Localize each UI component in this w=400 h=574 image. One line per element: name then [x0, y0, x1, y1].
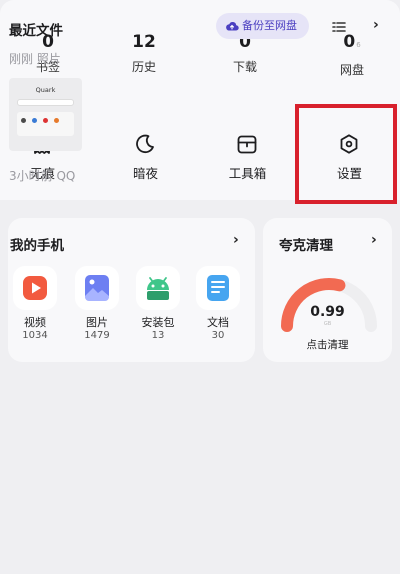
- toolbox-tile[interactable]: 工具箱: [206, 112, 289, 200]
- cleaner-unit: GB: [323, 321, 332, 327]
- downloads-label: 下载: [232, 60, 257, 74]
- my-phone-title: 我的手机: [10, 238, 64, 254]
- cleaner-value: 0.99: [310, 304, 345, 320]
- night-mode-label: 暗夜: [132, 166, 158, 181]
- documents-label: 文档: [207, 316, 229, 329]
- cloud-drive-stat[interactable]: 06 网盘: [312, 32, 392, 77]
- cleaner-title: 夸克清理: [279, 238, 333, 254]
- backup-to-cloud-button[interactable]: 备份至网盘: [216, 13, 309, 39]
- recent-group-2-source: QQ: [56, 169, 76, 183]
- images-label: 图片: [86, 316, 108, 329]
- cloud-drive-count-value: 0: [343, 32, 356, 52]
- images-count: 1479: [84, 330, 110, 341]
- documents-item[interactable]: 文档 30: [193, 266, 243, 342]
- toolbox-label: 工具箱: [228, 166, 267, 181]
- apk-label: 安装包: [141, 316, 175, 329]
- history-stat[interactable]: 12 历史: [104, 32, 184, 74]
- quark-cleaner-card[interactable]: 夸克清理 › 0.99 GB 点击清理: [263, 218, 392, 362]
- cloud-drive-label: 网盘: [339, 63, 364, 77]
- history-label: 历史: [131, 60, 156, 74]
- video-item[interactable]: 视频 1034: [10, 266, 60, 342]
- recent-file-thumbnail[interactable]: Quark: [9, 78, 82, 151]
- apk-count: 13: [151, 330, 165, 341]
- recent-files-title: 最近文件: [9, 23, 63, 39]
- image-icon: [75, 266, 119, 310]
- cloud-upload-icon: [226, 22, 239, 31]
- video-count: 1034: [22, 330, 48, 341]
- my-phone-card[interactable]: 我的手机 › 视频 1034 图片 1479 安装包 13 文档 30: [8, 218, 255, 362]
- recent-group-2-time: 3小时前: [9, 169, 53, 183]
- images-item[interactable]: 图片 1479: [72, 266, 122, 342]
- backup-label: 备份至网盘: [242, 19, 297, 32]
- night-mode-tile[interactable]: 暗夜: [104, 112, 187, 200]
- settings-highlight-box: [295, 104, 397, 204]
- recent-group-2-header: 3小时前 QQ: [9, 167, 75, 184]
- cloud-drive-badge: 6: [356, 41, 361, 49]
- cloud-drive-count: 06: [312, 32, 392, 55]
- recent-group-1-time: 刚刚: [9, 52, 34, 66]
- android-icon: [136, 266, 180, 310]
- video-label: 视频: [24, 316, 46, 329]
- chevron-right-icon[interactable]: ›: [373, 17, 379, 33]
- chevron-right-icon[interactable]: ›: [233, 232, 239, 248]
- thumbnail-search-bar: [17, 99, 74, 106]
- thumbnail-brand: Quark: [35, 86, 56, 94]
- recent-group-1-source: 照片: [36, 52, 61, 66]
- document-icon: [196, 266, 240, 310]
- apk-item[interactable]: 安装包 13: [133, 266, 183, 342]
- chevron-right-icon[interactable]: ›: [371, 232, 377, 248]
- video-icon: [13, 266, 57, 310]
- toolbox-icon: [237, 135, 257, 154]
- history-count: 12: [132, 32, 156, 52]
- thumbnail-shortcuts: [17, 112, 74, 136]
- cleaner-action[interactable]: 点击清理: [263, 339, 392, 352]
- documents-count: 30: [211, 330, 225, 341]
- recent-group-1-header: 刚刚 照片: [9, 50, 61, 67]
- list-view-icon[interactable]: [332, 21, 346, 33]
- moon-icon: [136, 134, 154, 154]
